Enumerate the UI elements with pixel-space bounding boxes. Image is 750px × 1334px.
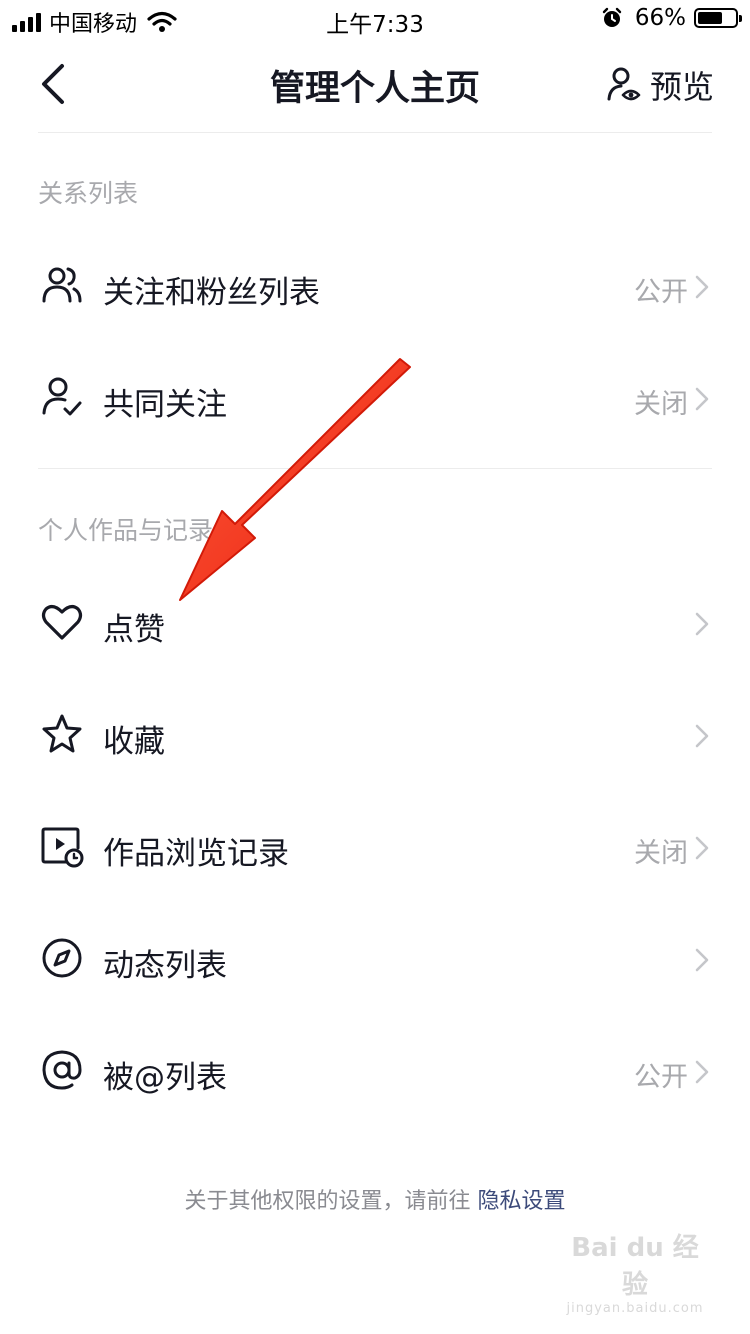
row-label: 作品浏览记录: [103, 836, 289, 872]
battery-fill: [698, 12, 722, 24]
chevron-right-icon: [695, 387, 709, 411]
row-likes[interactable]: 点赞: [0, 567, 750, 679]
footer-note-text: 关于其他权限的设置，请前往: [184, 1189, 471, 1214]
row-label: 共同关注: [103, 387, 227, 423]
users-icon: [42, 267, 82, 303]
section-divider: [38, 468, 712, 469]
baidu-watermark: Bai du 经验 jingyan.baidu.com: [560, 1227, 710, 1316]
chevron-right-icon: [695, 1060, 709, 1084]
chevron-right-icon: [695, 612, 709, 636]
section-title-works-records: 个人作品与记录: [38, 516, 214, 545]
preview-user-eye-icon: [607, 67, 641, 101]
chevron-right-icon: [695, 836, 709, 860]
star-icon: [42, 714, 82, 753]
chevron-right-icon: [695, 275, 709, 299]
row-label: 收藏: [103, 724, 165, 760]
privacy-settings-link[interactable]: 隐私设置: [478, 1189, 566, 1214]
battery-icon: [694, 8, 742, 28]
heart-icon: [41, 605, 83, 640]
row-work-view-history[interactable]: 作品浏览记录 关闭: [0, 791, 750, 903]
row-label: 点赞: [103, 612, 165, 648]
preview-button[interactable]: 预览: [606, 62, 714, 108]
compass-icon: [42, 938, 82, 978]
video-history-icon: [41, 827, 84, 868]
row-favorites[interactable]: 收藏: [0, 679, 750, 791]
chevron-right-icon: [695, 948, 709, 972]
status-right: 66%: [601, 5, 742, 31]
row-mutual-follow[interactable]: 共同关注 关闭: [0, 342, 750, 454]
row-label: 关注和粉丝列表: [103, 275, 320, 311]
watermark-sub: jingyan.baidu.com: [566, 1301, 704, 1316]
row-status: 公开: [634, 277, 688, 308]
row-status: 关闭: [634, 838, 688, 869]
row-mentioned-list[interactable]: 被@列表 公开: [0, 1015, 750, 1127]
watermark-main: Bai du 经验: [571, 1233, 699, 1300]
section-title-relations: 关系列表: [38, 179, 139, 208]
row-status: 公开: [634, 1062, 688, 1093]
preview-label: 预览: [649, 68, 714, 106]
status-bar: 中国移动 上午7:33 66%: [0, 0, 750, 40]
row-activity-list[interactable]: 动态列表: [0, 903, 750, 1015]
battery-percent: 66%: [634, 5, 686, 31]
chevron-right-icon: [695, 724, 709, 748]
row-follow-fans-list[interactable]: 关注和粉丝列表 公开: [0, 230, 750, 342]
footer-note: 关于其他权限的设置，请前往 隐私设置: [0, 1183, 750, 1215]
alarm-icon: [602, 7, 622, 27]
at-icon: [42, 1050, 82, 1090]
user-check-icon: [42, 377, 82, 416]
row-label: 被@列表: [103, 1060, 227, 1096]
row-status: 关闭: [634, 389, 688, 420]
row-label: 动态列表: [103, 948, 227, 984]
nav-bar: 管理个人主页 预览: [0, 40, 750, 130]
nav-divider: [38, 132, 712, 133]
